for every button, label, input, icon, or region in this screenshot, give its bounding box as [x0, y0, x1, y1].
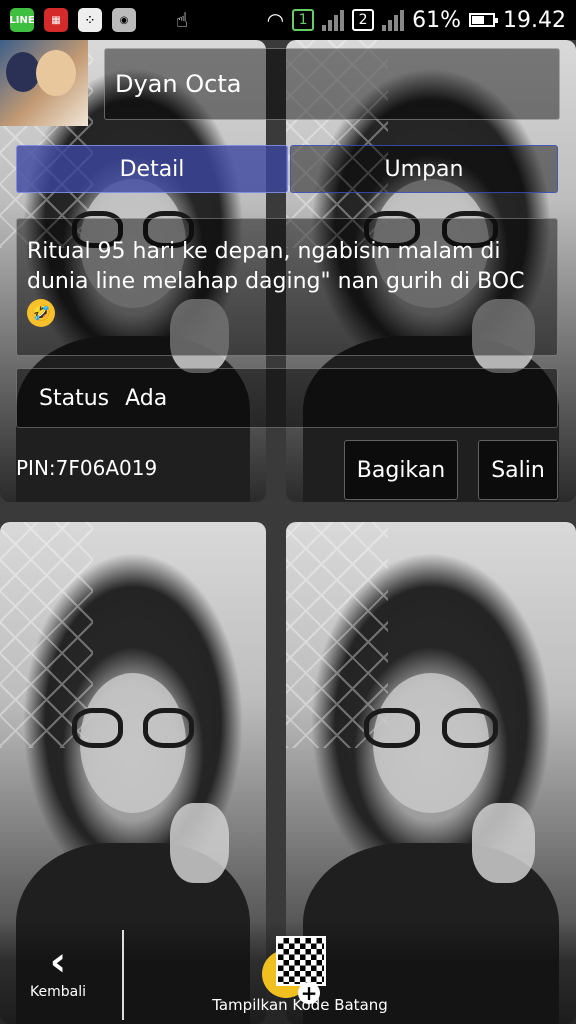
camera-icon: ◉	[112, 8, 136, 32]
show-barcode-label: Tampilkan Kode Batang	[212, 996, 388, 1014]
copy-button[interactable]: Salin	[478, 440, 558, 500]
signal-1-icon	[322, 9, 345, 31]
pin-code: PIN:7F06A019	[16, 456, 158, 480]
laughing-emoji-icon: 🤣	[27, 299, 55, 327]
back-label: Kembali	[30, 984, 86, 1000]
wifi-icon: ◠	[266, 8, 285, 32]
back-button[interactable]: ‹ Kembali	[28, 940, 88, 1000]
status-message: Ritual 95 hari ke depan, ngabisin malam …	[16, 218, 558, 356]
chevron-left-icon: ‹	[49, 939, 67, 985]
line-icon: LINE	[9, 8, 35, 32]
bbm-icon: ⁘	[78, 8, 102, 32]
share-button[interactable]: Bagikan	[344, 440, 458, 500]
sim1-icon: 1	[292, 9, 315, 31]
sim2-icon: 2	[352, 9, 375, 31]
avatar[interactable]	[0, 40, 88, 126]
divider	[122, 930, 124, 1020]
show-barcode-button[interactable]: +	[262, 936, 326, 1004]
bbm-red-icon: ▦	[44, 8, 68, 32]
touch-icon: ☝	[175, 8, 189, 32]
status-message-text: Ritual 95 hari ke depan, ngabisin malam …	[27, 239, 525, 294]
availability-value: Ada	[125, 385, 168, 411]
status-bar: LINE ▦ ⁘ ◉ ☝ ◠ 1 2 61% 19.42	[0, 0, 576, 40]
battery-icon	[469, 13, 499, 27]
availability-row[interactable]: Status Ada	[16, 368, 558, 428]
battery-percent: 61%	[412, 7, 462, 33]
profile-name: Dyan Octa	[104, 48, 560, 120]
tab-umpan[interactable]: Umpan	[290, 145, 558, 193]
qr-code-icon	[276, 936, 326, 986]
tab-detail[interactable]: Detail	[16, 145, 288, 193]
clock: 19.42	[503, 7, 566, 33]
availability-label: Status	[39, 385, 110, 411]
signal-2-icon	[382, 9, 405, 31]
